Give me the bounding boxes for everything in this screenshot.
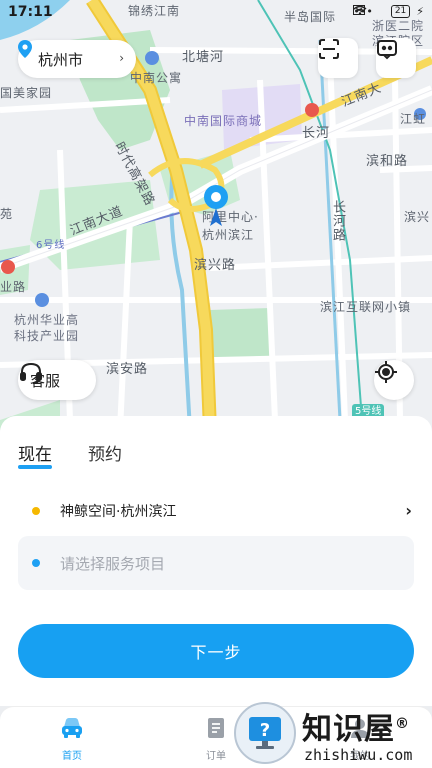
next-step-button[interactable]: 下一步 [18,624,414,678]
order-icon [206,717,226,743]
service-placeholder: 请选择服务项目 [60,554,166,573]
site-watermark: ? 知识屋® zhishiwu.com [234,700,432,768]
chevron-right-icon: › [405,501,412,520]
map-label: 中南国际商城 [184,114,263,128]
status-icons: ••• 21 ⚡ [353,5,424,18]
map-label: 滨兴 [404,210,431,224]
watermark-url: zhishiwu.com [304,746,413,764]
map-label: 滨安路 [106,362,149,377]
map-label: 北塘河 [182,50,225,65]
booking-sheet: 现在 预约 神鲸空间·杭州滨江 › 请选择服务项目 下一步 [0,416,432,706]
customer-service-button[interactable]: 客服 [18,360,96,400]
origin-location-row[interactable]: 神鲸空间·杭州滨江 › [18,488,414,534]
locate-me-button[interactable] [374,360,414,400]
map-label: 滨和路 [366,154,409,169]
status-bar: 17:11 ••• 21 ⚡ [0,0,432,26]
car-icon [60,717,84,743]
map-label: 滨江互联网小镇 [320,300,412,314]
tab-now[interactable]: 现在 [18,440,52,469]
origin-location: 神鲸空间·杭州滨江 [60,504,177,520]
origin-dot-icon [32,507,40,515]
service-select-field[interactable]: 请选择服务项目 [18,536,414,590]
chevron-right-icon: › [119,51,124,65]
map-label: 中南公寓 [130,71,183,85]
map-label: 滨兴路 [194,258,237,273]
watermark-title: 知识屋® [302,704,410,748]
map-label: 业路 [0,280,27,294]
map-label: 苑 [0,207,14,221]
map-label: 长河路 [330,200,345,242]
map-label: 杭州华业高 [14,313,80,327]
map-view[interactable]: 锦绣江南 半岛国际 浙医二院 滨江院区 北塘河 中南公寓 国美家园 江南大 中南… [0,0,432,430]
status-time: 17:11 [8,4,53,20]
map-label: 科技产业园 [14,329,80,343]
nav-item-home[interactable]: 首页 [42,717,102,762]
map-label: 国美家园 [0,86,53,100]
nav-label-home: 首页 [62,751,82,762]
city-selector[interactable]: 杭州市 › [18,40,136,78]
registered-mark: ® [395,716,410,732]
nav-label-orders: 订单 [206,751,226,762]
map-label: 6号线 [36,240,66,251]
scan-button[interactable] [318,38,358,78]
map-label: 长河 [302,126,331,141]
battery-icon: 21 [390,5,411,18]
watermark-title-text: 知识屋 [302,712,395,747]
watermark-logo: ? [234,702,296,764]
message-button[interactable] [376,38,416,78]
city-name: 杭州市 [38,50,84,69]
service-dot-icon [32,559,40,567]
map-label: 江虹 [400,112,427,126]
svg-text:?: ? [260,720,270,741]
tab-reserve[interactable]: 预约 [88,440,122,465]
charging-icon: ⚡ [416,5,424,18]
time-tabs: 现在 预约 [18,440,122,469]
